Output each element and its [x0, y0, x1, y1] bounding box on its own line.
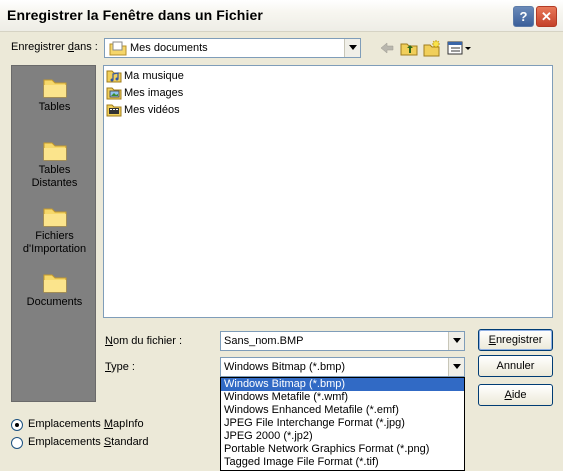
file-list[interactable]: Ma musique Mes images Mes vidéos — [103, 65, 553, 318]
filetype-option[interactable]: Tagged Image File Format (*.tif) — [221, 456, 464, 469]
file-name: Ma musique — [124, 70, 184, 82]
place-remote-tables[interactable]: Tables Distantes — [12, 138, 97, 190]
list-item[interactable]: Mes images — [106, 86, 183, 102]
new-folder-icon[interactable] — [423, 39, 441, 57]
filename-field[interactable]: Sans_nom.BMP — [220, 331, 465, 351]
mapinfo-locations-label[interactable]: Emplacements MapInfo — [28, 418, 144, 430]
my-documents-icon — [109, 41, 127, 56]
filetype-dropdown-list[interactable]: Windows Bitmap (*.bmp) Windows Metafile … — [220, 377, 465, 471]
video-folder-icon — [106, 104, 122, 117]
filetype-label: Type : — [105, 361, 135, 373]
filetype-option[interactable]: JPEG 2000 (*.jp2) — [221, 430, 464, 443]
save-in-label: Enregistrer dans : — [11, 41, 98, 53]
folder-icon — [43, 274, 66, 293]
filetype-option[interactable]: Portable Network Graphics Format (*.png) — [221, 443, 464, 456]
filename-value: Sans_nom.BMP — [224, 335, 304, 347]
place-label: Tables — [38, 101, 71, 113]
file-name: Mes vidéos — [124, 104, 180, 116]
filetype-combo[interactable]: Windows Bitmap (*.bmp) — [220, 357, 465, 377]
chevron-down-icon[interactable] — [448, 332, 464, 350]
chevron-down-icon[interactable] — [448, 358, 464, 376]
place-label: Documents — [26, 296, 83, 308]
music-folder-icon — [106, 70, 122, 83]
view-menu-icon[interactable] — [446, 39, 472, 57]
standard-locations-label[interactable]: Emplacements Standard — [28, 436, 148, 448]
filetype-option[interactable]: Windows Enhanced Metafile (*.emf) — [221, 404, 464, 417]
file-name: Mes images — [124, 87, 184, 99]
title-bar[interactable]: Enregistrer la Fenêtre dans un Fichier ?… — [0, 0, 563, 32]
place-import-files[interactable]: Fichiers d'Importation — [12, 204, 97, 256]
list-item[interactable]: Ma musique — [106, 69, 184, 85]
list-item[interactable]: Mes vidéos — [106, 103, 180, 119]
place-documents[interactable]: Documents — [12, 270, 97, 309]
radio-mapinfo-locations[interactable] — [11, 419, 23, 431]
help-button[interactable]: Aide — [478, 384, 553, 406]
cancel-button[interactable]: Annuler — [478, 355, 553, 377]
save-in-combo[interactable]: Mes documents — [104, 38, 361, 58]
filetype-option[interactable]: Windows Bitmap (*.bmp) — [221, 378, 464, 391]
back-arrow-icon[interactable] — [378, 39, 396, 57]
help-title-button[interactable]: ? — [513, 6, 534, 27]
save-button[interactable]: Enregistrer — [478, 329, 553, 351]
chevron-down-icon[interactable] — [344, 39, 360, 57]
filetype-value: Windows Bitmap (*.bmp) — [224, 361, 346, 373]
place-label: Tables Distantes — [31, 164, 78, 189]
place-label: Fichiers d'Importation — [22, 230, 87, 255]
filename-label: Nom du fichier : — [105, 335, 183, 347]
filetype-option[interactable]: JPEG File Interchange Format (*.jpg) — [221, 417, 464, 430]
save-in-value: Mes documents — [130, 42, 208, 54]
folder-icon — [43, 142, 66, 161]
save-window-dialog: Enregistrer la Fenêtre dans un Fichier ?… — [0, 0, 563, 471]
folder-icon — [43, 208, 66, 227]
radio-standard-locations[interactable] — [11, 437, 23, 449]
filetype-option[interactable]: Windows Metafile (*.wmf) — [221, 391, 464, 404]
dialog-title: Enregistrer la Fenêtre dans un Fichier — [7, 7, 263, 23]
up-folder-icon[interactable] — [400, 39, 418, 57]
place-tables[interactable]: Tables — [12, 75, 97, 114]
places-bar: Tables Tables Distantes Fichiers d'Impor… — [11, 65, 96, 402]
folder-icon — [43, 79, 66, 98]
pictures-folder-icon — [106, 87, 122, 100]
close-button[interactable]: ✕ — [536, 6, 557, 27]
